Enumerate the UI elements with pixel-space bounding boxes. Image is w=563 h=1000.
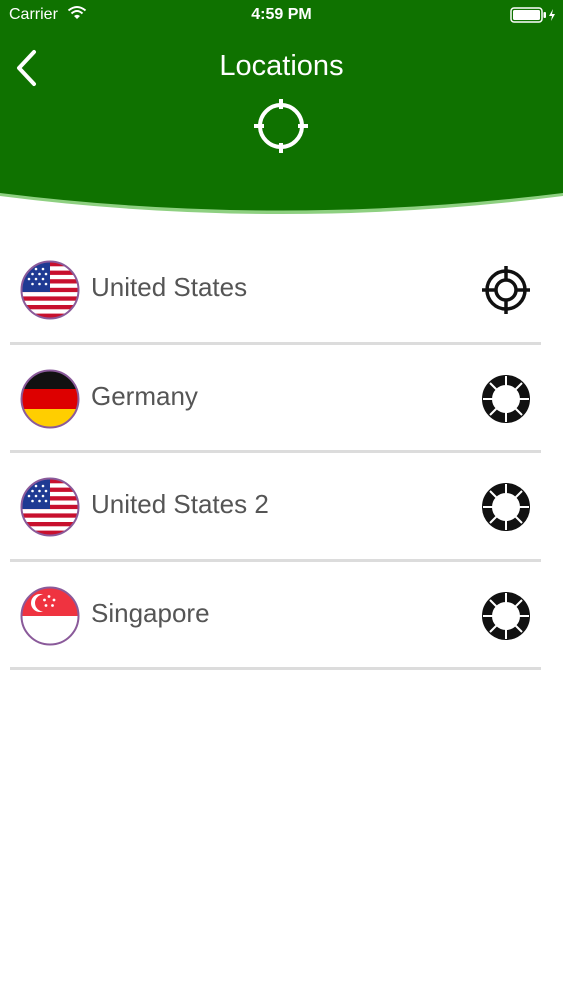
row-divider bbox=[10, 667, 541, 670]
location-name: Singapore bbox=[91, 597, 210, 628]
location-name: Germany bbox=[91, 380, 198, 411]
location-row-united-states-2[interactable]: United States 2 bbox=[0, 453, 563, 562]
battery-icon bbox=[510, 7, 555, 23]
clock: 4:59 PM bbox=[251, 6, 312, 23]
server-ring-icon bbox=[482, 483, 530, 531]
location-row-united-states[interactable]: United States bbox=[0, 236, 563, 345]
location-row-singapore[interactable]: Singapore bbox=[0, 562, 563, 670]
header: Carrier 4:59 PM Locations bbox=[0, 0, 563, 228]
us-flag-icon bbox=[20, 260, 80, 320]
us-flag-icon bbox=[20, 477, 80, 537]
germany-flag-icon bbox=[20, 369, 80, 428]
location-name: United States 2 bbox=[91, 489, 269, 519]
status-bar: Carrier 4:59 PM bbox=[0, 0, 563, 30]
location-name: United States bbox=[91, 272, 248, 302]
location-list: United States Germany United States 2 Si… bbox=[0, 236, 563, 670]
server-ring-icon bbox=[482, 591, 530, 640]
server-ring-icon bbox=[482, 374, 530, 423]
page-title: Locations bbox=[219, 50, 344, 82]
crosshair-icon[interactable] bbox=[252, 97, 310, 155]
singapore-flag-icon bbox=[20, 586, 80, 645]
location-row-germany[interactable]: Germany bbox=[0, 345, 563, 453]
selected-target-icon bbox=[482, 266, 530, 314]
